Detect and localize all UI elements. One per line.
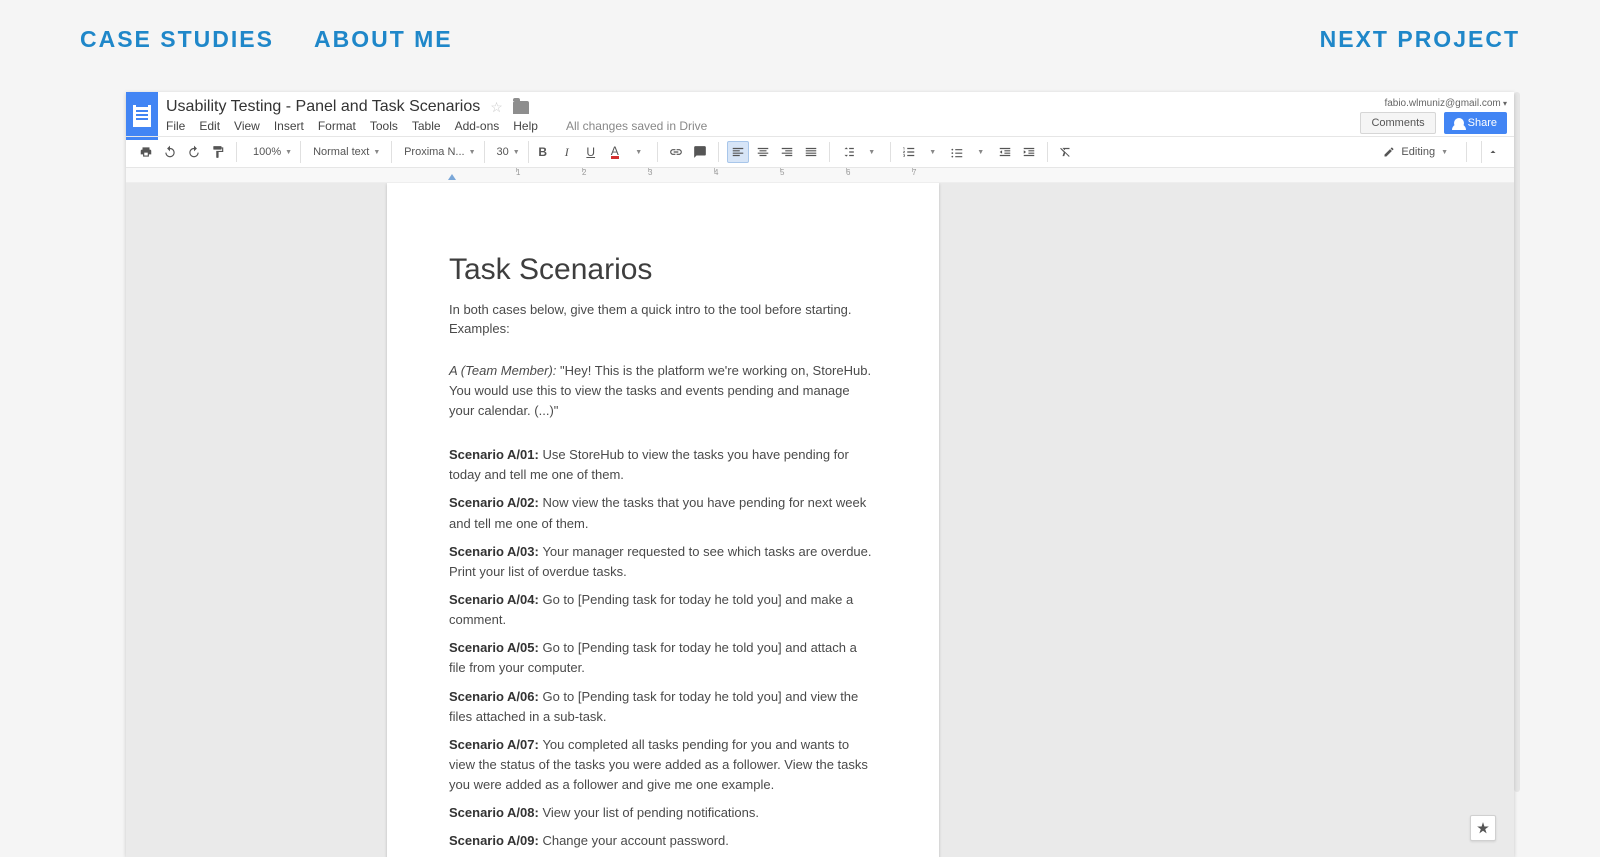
scenario-row: Scenario A/06: Go to [Pending task for t… bbox=[449, 687, 877, 727]
scenario-label: Scenario A/01: bbox=[449, 447, 542, 462]
scenario-label: Scenario A/08: bbox=[449, 805, 542, 820]
paint-format-icon[interactable] bbox=[208, 142, 228, 162]
ruler-tick: 6 bbox=[846, 168, 850, 178]
decrease-indent-icon[interactable] bbox=[995, 142, 1015, 162]
scenario-row: Scenario A/07: You completed all tasks p… bbox=[449, 735, 877, 795]
person-icon bbox=[1454, 118, 1464, 128]
align-justify-icon[interactable] bbox=[801, 142, 821, 162]
text-color-icon[interactable]: A bbox=[605, 142, 625, 162]
save-status: All changes saved in Drive bbox=[566, 119, 707, 133]
user-email[interactable]: fabio.wlmuniz@gmail.com bbox=[1384, 98, 1507, 109]
doc-intro: In both cases below, give them a quick i… bbox=[449, 301, 877, 339]
indent-marker-icon[interactable] bbox=[448, 174, 456, 180]
scenario-row: Scenario A/08: View your list of pending… bbox=[449, 803, 877, 823]
doc-heading: Task Scenarios bbox=[449, 253, 877, 287]
scenario-row: Scenario A/02: Now view the tasks that y… bbox=[449, 493, 877, 533]
font-size-select[interactable]: 30▼ bbox=[489, 141, 529, 163]
scenario-row: Scenario A/04: Go to [Pending task for t… bbox=[449, 590, 877, 630]
ruler-tick: 2 bbox=[582, 168, 586, 178]
editing-caret-icon: ▼ bbox=[1441, 149, 1448, 156]
bulleted-list-icon[interactable] bbox=[947, 142, 967, 162]
explore-icon bbox=[1476, 821, 1490, 835]
scenario-label: Scenario A/05: bbox=[449, 640, 542, 655]
print-icon[interactable] bbox=[136, 142, 156, 162]
comments-button[interactable]: Comments bbox=[1360, 112, 1435, 134]
scenario-text: Change your account password. bbox=[542, 833, 728, 848]
text-color-caret[interactable]: ▼ bbox=[629, 142, 649, 162]
google-docs-window: Usability Testing - Panel and Task Scena… bbox=[126, 92, 1514, 857]
scenario-row: Scenario A/05: Go to [Pending task for t… bbox=[449, 638, 877, 678]
menu-view[interactable]: View bbox=[234, 119, 260, 133]
insert-link-icon[interactable] bbox=[666, 142, 686, 162]
document-page[interactable]: Task Scenarios In both cases below, give… bbox=[387, 183, 939, 857]
numbered-list-icon[interactable] bbox=[899, 142, 919, 162]
menu-format[interactable]: Format bbox=[318, 119, 356, 133]
menu-insert[interactable]: Insert bbox=[274, 119, 304, 133]
toolbar: 100%▼ Normal text▼ Proxima N...▼ 30▼ B I… bbox=[126, 136, 1514, 168]
bold-icon[interactable]: B bbox=[533, 142, 553, 162]
increase-indent-icon[interactable] bbox=[1019, 142, 1039, 162]
italic-icon[interactable]: I bbox=[557, 142, 577, 162]
scenario-row: Scenario A/09: Change your account passw… bbox=[449, 831, 877, 851]
ruler[interactable]: 1 2 3 4 5 6 7 bbox=[126, 168, 1514, 183]
scenario-row: Scenario A/01: Use StoreHub to view the … bbox=[449, 445, 877, 485]
ruler-tick: 1 bbox=[516, 168, 520, 178]
paragraph-style-select[interactable]: Normal text▼ bbox=[305, 141, 392, 163]
ruler-tick: 5 bbox=[780, 168, 784, 178]
line-spacing-caret[interactable]: ▼ bbox=[862, 142, 882, 162]
site-nav: CASE STUDIES ABOUT ME NEXT PROJECT bbox=[0, 26, 1600, 53]
font-select[interactable]: Proxima N...▼ bbox=[396, 141, 484, 163]
scenario-label: Scenario A/07: bbox=[449, 737, 542, 752]
titlebar: Usability Testing - Panel and Task Scena… bbox=[126, 92, 1514, 136]
menu-help[interactable]: Help bbox=[513, 119, 538, 133]
nav-case-studies[interactable]: CASE STUDIES bbox=[80, 26, 274, 53]
nav-about-me[interactable]: ABOUT ME bbox=[314, 26, 453, 53]
bulleted-list-caret[interactable]: ▼ bbox=[971, 142, 991, 162]
editing-mode-button[interactable]: Editing ▼ bbox=[1373, 146, 1458, 158]
scenario-label: Scenario A/03: bbox=[449, 544, 542, 559]
clear-formatting-icon[interactable] bbox=[1056, 142, 1076, 162]
move-to-folder-icon[interactable] bbox=[513, 101, 529, 114]
share-label: Share bbox=[1468, 117, 1497, 129]
pencil-icon bbox=[1383, 146, 1395, 158]
docs-logo-icon[interactable] bbox=[126, 92, 158, 140]
scenario-label: Scenario A/06: bbox=[449, 689, 542, 704]
insert-comment-icon[interactable] bbox=[690, 142, 710, 162]
explore-button[interactable] bbox=[1470, 815, 1496, 841]
menubar: File Edit View Insert Format Tools Table… bbox=[166, 117, 1360, 135]
editing-label: Editing bbox=[1401, 146, 1435, 158]
star-icon[interactable]: ☆ bbox=[490, 99, 503, 116]
collapse-toolbar-icon[interactable] bbox=[1481, 141, 1504, 163]
underline-icon[interactable]: U bbox=[581, 142, 601, 162]
quote-label: A (Team Member): bbox=[449, 363, 556, 378]
scenario-label: Scenario A/04: bbox=[449, 592, 542, 607]
zoom-select[interactable]: 100%▼ bbox=[245, 141, 301, 163]
align-left-icon[interactable] bbox=[727, 141, 749, 163]
menu-table[interactable]: Table bbox=[412, 119, 441, 133]
numbered-list-caret[interactable]: ▼ bbox=[923, 142, 943, 162]
doc-quote: A (Team Member): "Hey! This is the platf… bbox=[449, 361, 877, 421]
document-title[interactable]: Usability Testing - Panel and Task Scena… bbox=[166, 98, 480, 116]
nav-next-project[interactable]: NEXT PROJECT bbox=[1320, 26, 1520, 53]
scenario-label: Scenario A/02: bbox=[449, 495, 542, 510]
undo-icon[interactable] bbox=[160, 142, 180, 162]
menu-edit[interactable]: Edit bbox=[199, 119, 220, 133]
menu-file[interactable]: File bbox=[166, 119, 185, 133]
line-spacing-icon[interactable] bbox=[838, 142, 858, 162]
ruler-tick: 7 bbox=[912, 168, 916, 178]
menu-addons[interactable]: Add-ons bbox=[455, 119, 500, 133]
scenario-label: Scenario A/09: bbox=[449, 833, 542, 848]
page-scrollbar[interactable] bbox=[1514, 92, 1520, 792]
align-center-icon[interactable] bbox=[753, 142, 773, 162]
menu-tools[interactable]: Tools bbox=[370, 119, 398, 133]
scenario-text: View your list of pending notifications. bbox=[542, 805, 759, 820]
scenario-row: Scenario A/03: Your manager requested to… bbox=[449, 542, 877, 582]
document-canvas: Task Scenarios In both cases below, give… bbox=[126, 183, 1514, 857]
share-button[interactable]: Share bbox=[1444, 112, 1507, 134]
redo-icon[interactable] bbox=[184, 142, 204, 162]
ruler-tick: 4 bbox=[714, 168, 718, 178]
ruler-tick: 3 bbox=[648, 168, 652, 178]
align-right-icon[interactable] bbox=[777, 142, 797, 162]
